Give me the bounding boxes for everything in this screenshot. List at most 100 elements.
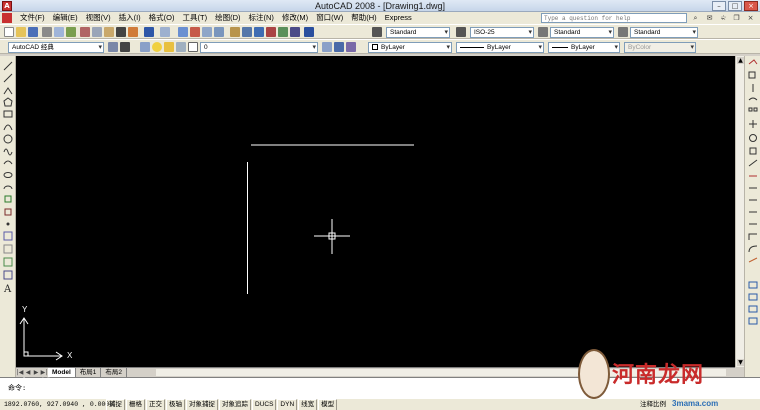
polar-toggle[interactable]: 极轴 (166, 398, 185, 410)
open-file-icon[interactable] (16, 27, 26, 37)
minimize-icon[interactable]: – (712, 1, 726, 11)
match-properties-icon[interactable] (116, 27, 126, 37)
grid-toggle[interactable]: 栅格 (126, 398, 145, 410)
plot-icon[interactable] (42, 27, 52, 37)
save-icon[interactable] (28, 27, 38, 37)
search-icon[interactable]: ⌕ (690, 13, 701, 23)
point-icon (6, 222, 10, 226)
block-editor-icon[interactable] (128, 27, 138, 37)
plot-style-dropdown[interactable]: ByColor (624, 42, 696, 53)
zoom-previous-icon[interactable] (214, 27, 224, 37)
communication-icon[interactable]: ✉ (704, 13, 715, 23)
color-dropdown[interactable]: ByLayer (368, 42, 452, 53)
ducs-toggle[interactable]: DUCS (252, 398, 277, 410)
layer-freeze-icon[interactable] (164, 42, 174, 52)
tab-layout2[interactable]: 布局2 (101, 368, 128, 377)
pan-icon[interactable] (178, 27, 188, 37)
publish-icon[interactable] (66, 27, 76, 37)
linetype-label: ByLayer (487, 44, 511, 51)
tool-palettes-icon[interactable] (254, 27, 264, 37)
menu-draw[interactable]: 绘图(D) (211, 12, 244, 24)
undo-icon[interactable] (144, 27, 154, 37)
menu-insert[interactable]: 插入(I) (115, 12, 145, 24)
plot-preview-icon[interactable] (54, 27, 64, 37)
maximize-icon[interactable]: □ (728, 1, 742, 11)
tab-layout1[interactable]: 布局1 (76, 368, 102, 377)
cut-icon[interactable] (80, 27, 90, 37)
scroll-up-icon[interactable]: ▲ (737, 57, 744, 64)
new-file-icon[interactable] (4, 27, 14, 37)
menu-help[interactable]: 帮助(H) (347, 12, 380, 24)
menu-file[interactable]: 文件(F) (16, 12, 49, 24)
markup-icon[interactable] (278, 27, 288, 37)
doc-minimize-icon[interactable]: – (717, 13, 728, 23)
close-icon[interactable]: × (744, 1, 758, 11)
doc-restore-icon[interactable]: ❐ (731, 13, 742, 23)
menu-view[interactable]: 视图(V) (82, 12, 115, 24)
menu-format[interactable]: 格式(O) (145, 12, 179, 24)
workspace-dropdown[interactable]: AutoCAD 经典 (8, 42, 104, 53)
layer-dropdown[interactable]: 0 (200, 42, 318, 53)
snap-toggle[interactable]: 捕捉 (106, 398, 125, 410)
offset-icon (748, 97, 758, 101)
paste-icon[interactable] (104, 27, 114, 37)
sheet-set-icon[interactable] (266, 27, 276, 37)
help-icon[interactable] (304, 27, 314, 37)
dyn-toggle[interactable]: DYN (277, 398, 298, 410)
menu-modify[interactable]: 修改(M) (278, 12, 312, 24)
osnap-toggle[interactable]: 对象捕捉 (186, 398, 218, 410)
help-search-input[interactable] (541, 13, 687, 23)
layer-color-icon[interactable] (188, 42, 198, 52)
menu-edit[interactable]: 编辑(E) (49, 12, 82, 24)
bring-above-icon (748, 317, 758, 325)
zoom-realtime-icon[interactable] (190, 27, 200, 37)
doc-close-icon[interactable]: × (745, 13, 756, 23)
linetype-dropdown[interactable]: ByLayer (456, 42, 544, 53)
document-icon[interactable] (2, 13, 12, 23)
layer-previous-icon[interactable] (334, 42, 344, 52)
table-style-icon[interactable] (538, 27, 548, 37)
properties-icon[interactable] (230, 27, 240, 37)
scroll-down-icon[interactable]: ▼ (737, 359, 744, 366)
dim-style-icon[interactable] (456, 27, 466, 37)
multileader-style-dropdown[interactable]: Standard (630, 27, 698, 38)
move-icon (749, 120, 757, 128)
table-style-dropdown[interactable]: Standard (550, 27, 614, 38)
drawing-canvas[interactable]: Y X (16, 56, 735, 367)
multileader-style-icon[interactable] (618, 27, 628, 37)
table-icon (3, 270, 13, 280)
design-center-icon[interactable] (242, 27, 252, 37)
coordinate-readout[interactable]: 1892.0760, 927.0940 , 0.0000 (0, 401, 113, 408)
layer-lock-icon[interactable] (176, 42, 186, 52)
otrack-toggle[interactable]: 对象追踪 (219, 398, 251, 410)
zoom-window-icon[interactable] (202, 27, 212, 37)
layer-properties-icon[interactable] (140, 42, 150, 52)
erase-icon (748, 59, 758, 65)
menu-dimension[interactable]: 标注(N) (245, 12, 278, 24)
copy-icon[interactable] (92, 27, 102, 37)
text-style-dropdown[interactable]: Standard (386, 27, 450, 38)
ortho-toggle[interactable]: 正交 (146, 398, 165, 410)
layer-on-icon[interactable] (152, 42, 162, 52)
redo-icon[interactable] (160, 27, 170, 37)
workspace-save-icon[interactable] (120, 42, 130, 52)
dim-style-dropdown[interactable]: ISO-25 (470, 27, 534, 38)
watermark-cn: 河南龙网 (612, 363, 705, 388)
model-toggle[interactable]: 模型 (318, 398, 338, 410)
make-current-layer-icon[interactable] (322, 42, 332, 52)
quickcalc-icon[interactable] (290, 27, 300, 37)
menu-tools[interactable]: 工具(T) (179, 12, 212, 24)
revision-cloud-icon (3, 148, 13, 156)
vertical-scrollbar[interactable]: ▲ ▼ (735, 56, 744, 367)
text-style-icon[interactable] (372, 27, 382, 37)
circle-icon (3, 134, 13, 144)
annotation-scale-label[interactable]: 注释比例 (640, 399, 666, 410)
lineweight-toggle[interactable]: 线宽 (298, 398, 318, 410)
menu-express[interactable]: Express (381, 12, 416, 24)
workspace-settings-icon[interactable] (108, 42, 118, 52)
layer-states-icon[interactable] (346, 42, 356, 52)
ellipse-arc-icon (3, 185, 13, 190)
lineweight-dropdown[interactable]: ByLayer (548, 42, 620, 53)
menu-window[interactable]: 窗口(W) (312, 12, 347, 24)
make-block-icon (4, 208, 12, 216)
